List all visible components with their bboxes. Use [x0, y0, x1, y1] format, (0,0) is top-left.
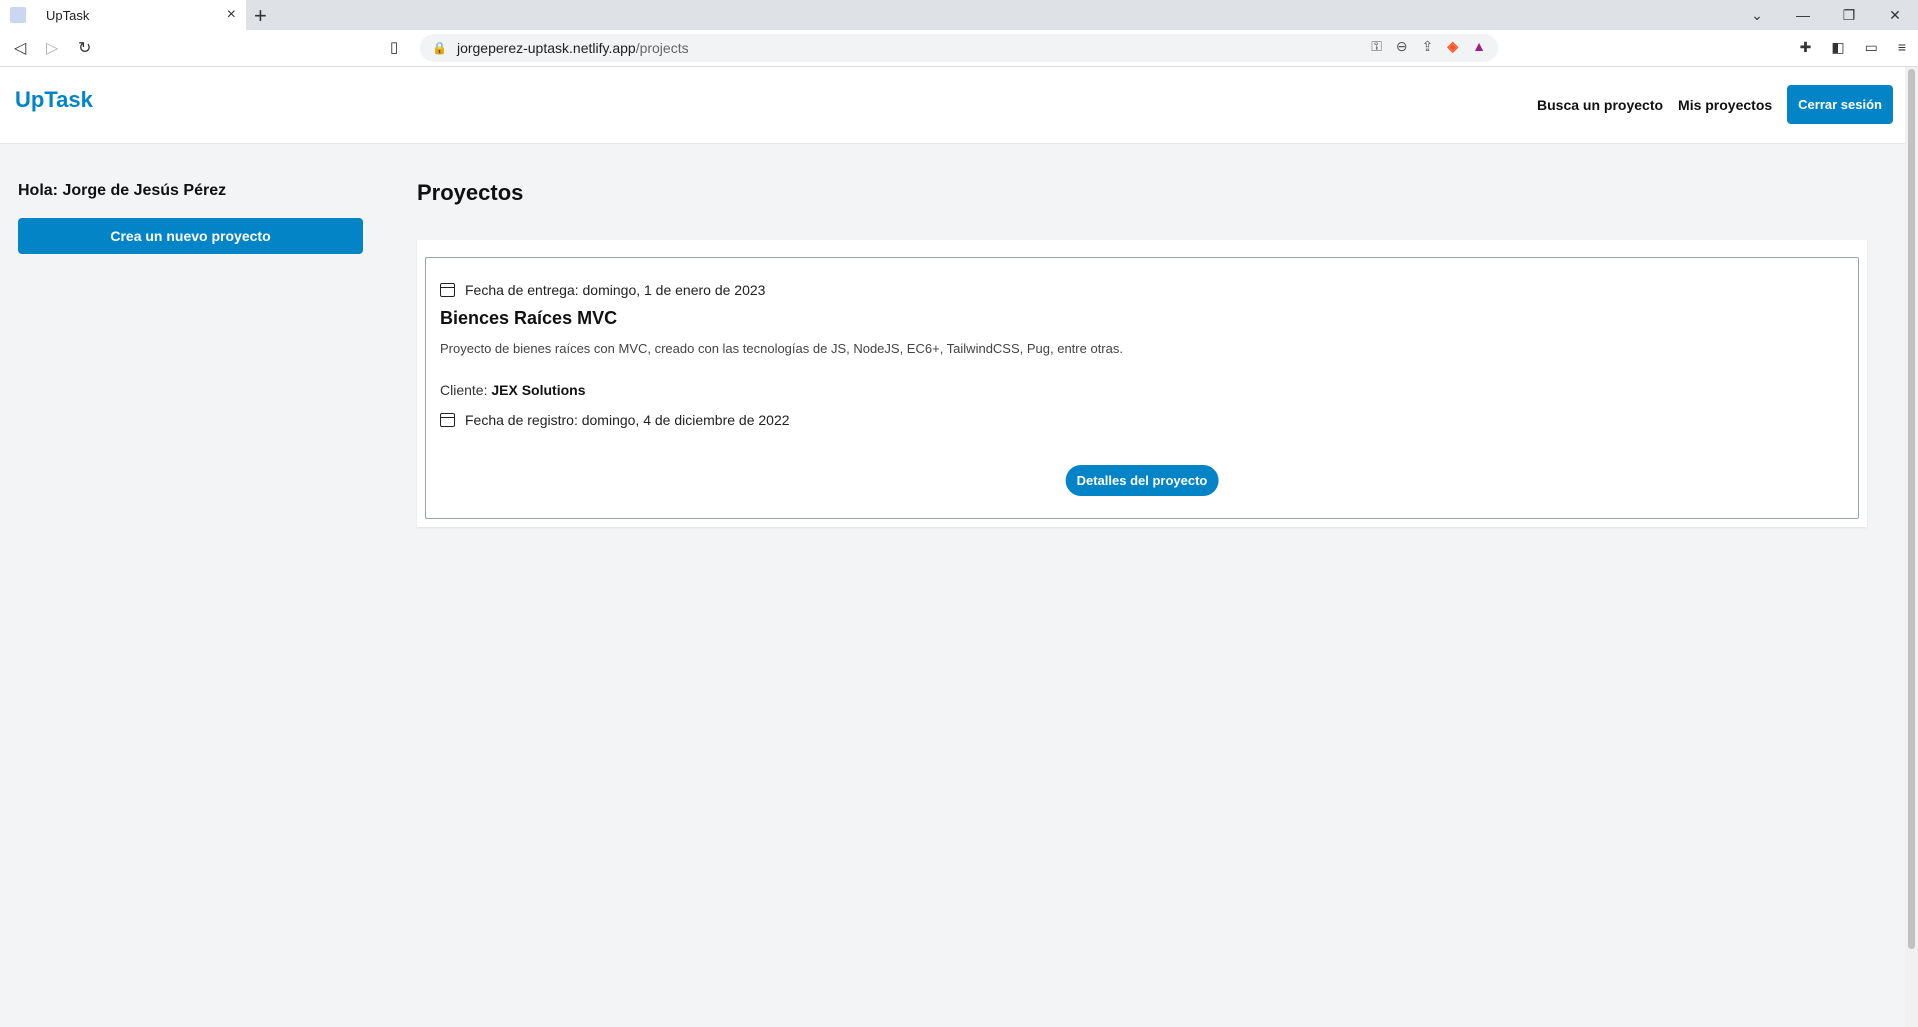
back-icon[interactable]: ◁	[14, 38, 26, 58]
main-content: Proyectos Fecha de entrega: domingo, 1 d…	[417, 180, 1867, 527]
share-icon[interactable]: ⇪	[1422, 38, 1434, 55]
project-name: Biences Raíces MVC	[440, 308, 618, 328]
project-details-button[interactable]: Detalles del proyecto	[1065, 465, 1219, 496]
page-title: Proyectos	[417, 180, 524, 205]
close-tab-icon[interactable]: ×	[227, 6, 236, 24]
browser-tabbar: UpTask × + ⌄ — ❐ ✕	[0, 0, 1918, 30]
zoom-icon[interactable]: ⊖	[1396, 38, 1408, 55]
header-nav: Busca un proyecto Mis proyectos Cerrar s…	[1537, 85, 1893, 124]
lock-icon: 🔒	[432, 41, 447, 55]
brave-shield-icon[interactable]: ◈	[1447, 38, 1458, 55]
wallet-icon[interactable]: ▭	[1865, 39, 1878, 56]
client-name: JEX Solutions	[491, 382, 586, 398]
url-path: /projects	[635, 40, 689, 56]
search-project-link[interactable]: Busca un proyecto	[1537, 97, 1663, 113]
url-host: jorgeperez-uptask.netlify.app	[456, 40, 636, 56]
client-row: Cliente: JEX Solutions	[440, 382, 1844, 398]
due-date: Fecha de entrega: domingo, 1 de enero de…	[465, 282, 766, 298]
due-date-row: Fecha de entrega: domingo, 1 de enero de…	[440, 282, 1844, 298]
menu-icon[interactable]: ≡	[1898, 39, 1906, 56]
logo[interactable]: UpTask	[15, 87, 93, 113]
rewards-icon[interactable]: ▲	[1472, 38, 1486, 55]
new-tab-icon[interactable]: +	[254, 3, 267, 29]
sidebar-icon[interactable]: ◧	[1831, 39, 1844, 56]
omnibox-icons: ⚿ ⊖ ⇪ ◈ ▲	[1371, 38, 1486, 55]
browser-tab[interactable]: UpTask ×	[0, 0, 246, 30]
window-controls: ⌄ — ❐ ✕	[1734, 0, 1918, 30]
project-card: Fecha de entrega: domingo, 1 de enero de…	[425, 257, 1859, 519]
restore-icon[interactable]: ❐	[1826, 0, 1872, 30]
sidebar: Hola: Jorge de Jesús Pérez Crea un nuevo…	[18, 182, 363, 254]
bookmark-icon[interactable]: ▯	[390, 38, 398, 56]
calendar-icon	[440, 283, 455, 297]
extensions-icon[interactable]: ✚	[1800, 39, 1812, 56]
page-scrollbar[interactable]	[1905, 67, 1918, 1027]
app-header: UpTask Busca un proyecto Mis proyectos C…	[0, 67, 1905, 144]
address-bar[interactable]: 🔒 jorgeperez-uptask.netlify.app /project…	[420, 34, 1498, 62]
calendar-icon	[440, 413, 455, 427]
my-projects-link[interactable]: Mis proyectos	[1678, 97, 1772, 113]
registered-date: Fecha de registro: domingo, 4 de diciemb…	[465, 412, 790, 428]
new-project-button[interactable]: Crea un nuevo proyecto	[18, 218, 363, 254]
extension-icons: ✚ ◧ ▭ ≡	[1800, 39, 1906, 56]
registered-date-row: Fecha de registro: domingo, 4 de diciemb…	[440, 412, 1844, 428]
tab-title: UpTask	[46, 7, 90, 23]
reload-icon[interactable]: ↻	[78, 38, 91, 58]
forward-icon[interactable]: ▷	[46, 38, 58, 58]
close-window-icon[interactable]: ✕	[1872, 0, 1918, 30]
minimize-icon[interactable]: —	[1780, 0, 1826, 30]
project-description: Proyecto de bienes raíces con MVC, cread…	[440, 341, 1123, 356]
browser-toolbar: ◁ ▷ ↻ ▯ 🔒 jorgeperez-uptask.netlify.app …	[0, 30, 1918, 67]
greeting: Hola: Jorge de Jesús Pérez	[18, 182, 227, 199]
key-icon[interactable]: ⚿	[1371, 38, 1382, 55]
logout-button[interactable]: Cerrar sesión	[1787, 85, 1893, 124]
client-label: Cliente:	[440, 382, 488, 398]
favicon-icon	[10, 7, 26, 23]
project-list: Fecha de entrega: domingo, 1 de enero de…	[417, 240, 1867, 527]
scrollbar-thumb[interactable]	[1908, 69, 1915, 949]
tab-search-icon[interactable]: ⌄	[1734, 0, 1780, 30]
